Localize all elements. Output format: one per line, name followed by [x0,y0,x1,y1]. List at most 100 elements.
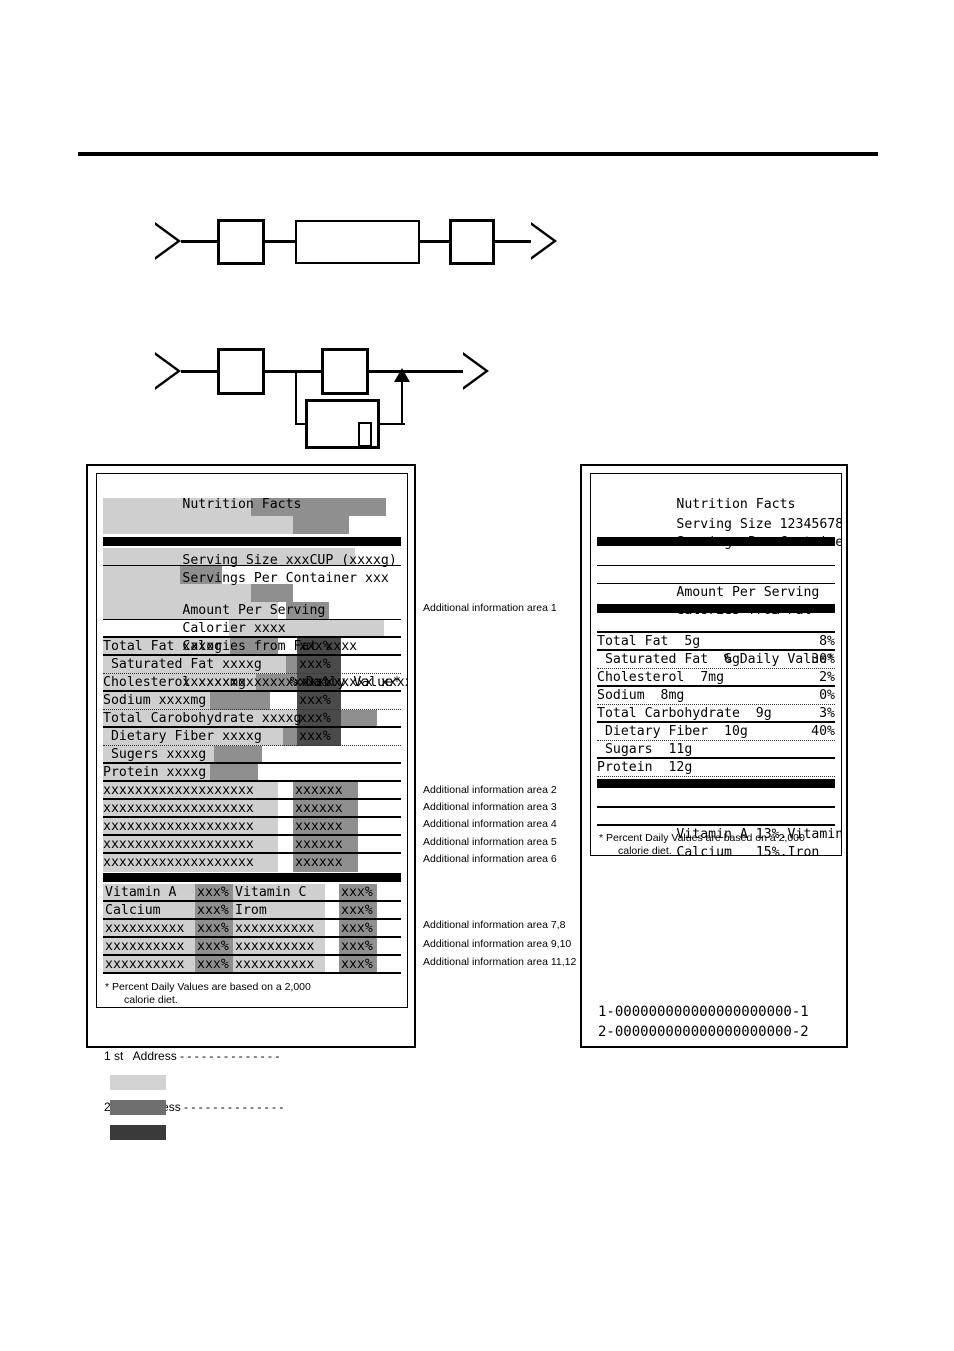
callout-label: Additional information area 3 [423,801,557,813]
flow-diagram-1 [155,210,575,272]
table-row: Dietary Fiber xxxxg xxx% [103,728,401,746]
sample-nutrition-facts: Nutrition Facts Serving Size 12345678901… [597,478,841,856]
footnote-line-2: calorie diet. [124,994,178,1006]
sub-process-inner-box [358,422,372,447]
template-label-facts-box: Nutrition Facts Serving Size xxxCUP (xxx… [96,473,408,1008]
light-gray-swatch [110,1075,166,1090]
nutrient-amount: 8mg [660,688,685,703]
shading-legend [110,1075,180,1145]
table-row: Vitamin Axxx% Vitamin Cxxx% [103,884,401,902]
table-row: Total Carobohydrate xxxxg xxx% [103,710,401,728]
nutrient-daily-value: xxx% [299,657,331,672]
callout-label: Additional information area 9,10 [423,938,572,950]
template-extra-rows: xxxxxxxxxxxxxxxxxxx xxxxxx xxxxxxxxxxxxxxx… [103,782,401,872]
sample-calories-row: Calories 3 [597,566,835,618]
nutrient-daily-value: xxx% [299,693,331,708]
header-divider [78,152,878,156]
nutrient-amount: xxxxg [222,657,262,672]
table-row: Protein 12g [597,759,835,777]
template-nutrition-facts: Nutrition Facts Serving Size xxxCUP (xxx… [103,478,407,1007]
template-label-panel: Nutrition Facts Serving Size xxxCUP (xxx… [86,464,416,1114]
nutrient-daily-value: 0% [819,688,835,703]
connector-1 [181,240,219,243]
servings-per-container-row: Servings Per Container xxx [103,516,401,586]
page-root: Nutrition Facts Serving Size xxxCUP (xxx… [0,0,954,1351]
nutrient-label: Saturated Fat [597,652,725,667]
sample-serving-size: Serving Size 1234567890123 [676,517,841,532]
template-nutrient-list: Total Fat xxxxg xxx% Saturated Fat xxxxg x… [103,638,401,782]
nutrient-amount: xxxxg [222,729,262,744]
sample-calcium-iron: 15%.Iron [755,845,820,856]
callout-label: Additional information area 7,8 [423,919,566,931]
nutrient-amount: 7mg [700,670,725,685]
nutrient-label: Total Fat [103,639,183,654]
loop-arrow-icon [394,368,410,382]
amount-per-serving-label: Amount Per Serving [182,603,326,618]
nutrient-label: Protein [597,760,669,775]
nutrient-daily-value: 30% [811,652,835,667]
sample-label-panel: Nutrition Facts Serving Size 12345678901… [580,464,848,1048]
table-row: Saturated Fat xxxxg xxx% [103,656,401,674]
loop-wire-vertical-left [295,372,297,425]
nutrient-amount: 9g [755,706,772,721]
callout-label: Additional information area 1 [423,602,557,614]
nutrient-amount: 11g [668,742,693,757]
nutrient-amount: xxxxmg [158,693,207,708]
table-row: xxxxxxxxxxxxxxxxxxx xxxxxx [103,782,401,800]
nutrient-amount: xxxxg [261,711,302,726]
nutrient-label: Protein [103,765,167,780]
address-line-1: 1 st Address - - - - - - - - - - - - - - [104,1049,280,1063]
servings-per-container-value: xxx [365,571,389,586]
process-block-wide [295,220,420,264]
nutrient-label: Cholesterol [597,670,701,685]
table-row: xxxxxxxxxxxxxxxxxxx xxxxxx [103,836,401,854]
callout-label: Additional information area 6 [423,853,557,865]
nutrient-amount: xxxxmg [198,675,246,690]
nutrient-label: Saturated Fat [103,657,223,672]
callout-label: Additional information area 2 [423,784,557,796]
nutrient-label: Dietary Fiber [103,729,223,744]
footnote-line-1: * Percent Daily Values are based on a 2,… [105,981,311,993]
start-terminator-icon [155,222,181,260]
table-row: Sodium 8mg 0% [597,687,835,705]
nutrient-amount: 5g [684,634,701,649]
nutrient-label: Sugers [103,747,167,762]
extra-row-amount: xxxxxx [295,855,343,870]
nutrient-amount: xxxxg [166,747,207,762]
table-row: xxxxxxxxxxxxxxxxxxx xxxxxx [103,818,401,836]
table-row: xxxxxxxxxx xxx% xxxxxxxxxx xxx% [103,956,401,974]
callout-label: Additional information area 4 [423,818,557,830]
connector-1b [181,370,219,373]
nutrient-daily-value: 40% [811,724,835,739]
nutrient-amount: 12g [668,760,693,775]
connector-4 [493,240,533,243]
nutrient-label: Total Fat [597,634,685,649]
process-block-b [449,219,495,265]
table-row: Dietary Fiber 10g 40% [597,723,835,741]
table-row: Calcium xxx% Irom xxx% [103,902,401,920]
extra-row-label: xxxxxxxxxxxxxxxxxxx [103,855,254,870]
table-row: xxxxxxxxxxxxxxxxxxx xxxxxx [103,800,401,818]
table-row: xxxxxxxxxxxxxxxxxxx xxxxxx [103,854,401,872]
table-row: Protein xxxxg [103,764,401,782]
table-row: Cholesterol 7mg 2% [597,669,835,687]
end-terminator-icon-2 [463,352,489,390]
barcode-number-block: 1-000000000000000000000-1 2-000000000000… [598,1002,809,1042]
nutrient-label: Dietary Fiber [597,724,725,739]
calories-from-fat-row: Calories from Fat xxxx [103,584,401,654]
extra-row-label: xxxxxxxxxxxxxxxxxxx [103,783,254,798]
nf-title: Nutrition Facts [182,497,302,512]
nutrient-amount: 6g [724,652,740,667]
nutrient-label: Total Carobohydrate [103,711,262,726]
connector-3 [418,240,451,243]
sample-calcium-label: Calcium [676,845,732,856]
loop-wire-return [401,382,403,425]
nutrient-daily-value: xxx% [299,729,331,744]
end-terminator-icon [531,222,557,260]
sample-nf-title-row: Nutrition Facts [597,478,835,512]
nf-title-row: Nutrition Facts [103,478,401,512]
extra-row-label: xxxxxxxxxxxxxxxxxxx [103,837,254,852]
nutrient-amount: xxxxg [166,765,207,780]
callout-label: Additional information area 11,12 [423,956,577,968]
sample-amount-per-serving: Amount Per Serving [676,585,820,600]
